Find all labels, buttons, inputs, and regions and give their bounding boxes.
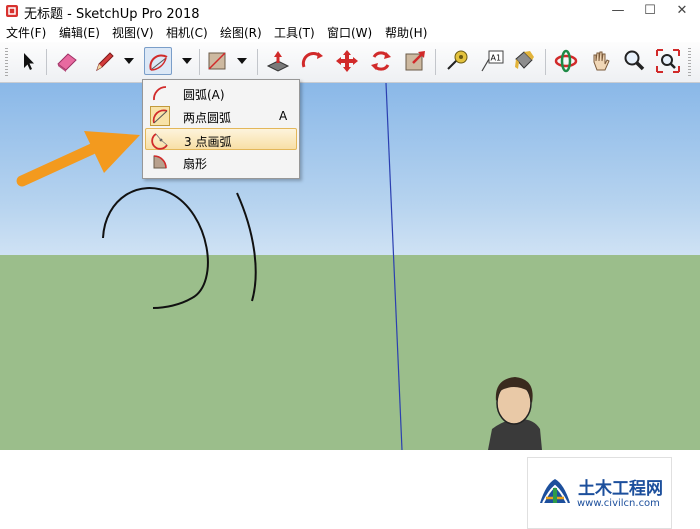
zoom-extents-icon [656,49,680,73]
tape-measure-icon [447,50,468,70]
civilcn-logo-icon [540,479,570,504]
menu-camera[interactable]: 相机(C) [166,24,208,41]
line-dropdown[interactable] [122,47,136,75]
two-point-arc-icon [152,109,168,124]
toolbar-separator [545,49,546,75]
line-button[interactable] [91,47,119,75]
watermark-name: 土木工程网 [578,479,663,499]
tape-measure-button[interactable] [443,47,471,75]
eraser-icon [57,53,77,72]
rectangle-button[interactable] [203,47,231,75]
orange-arrow-annotation [16,131,140,187]
menu-item-label: 扇形 [183,157,208,171]
text-icon: A1 [481,50,504,72]
select-arrow-icon [24,53,34,70]
sketchup-logo-icon [6,5,18,17]
offset-button[interactable] [401,47,429,75]
menu-edit[interactable]: 编辑(E) [59,24,100,41]
arc-icon [153,86,167,101]
menu-item-arc[interactable]: 圆弧(A) [145,82,297,104]
menu-help[interactable]: 帮助(H) [385,24,427,41]
pan-button[interactable] [586,47,614,75]
menu-item-label: 3 点画弧 [184,135,232,149]
drawn-arc-2[interactable] [236,192,257,302]
menu-item-label: 两点圆弧 [183,111,232,125]
arc-button[interactable] [144,47,172,75]
three-point-arc-icon [151,133,168,150]
arc-tools-menu: 圆弧(A) 两点圆弧 A 3 点画弧 扇形 [142,79,300,179]
push-pull-icon [266,51,290,72]
orbit-button[interactable] [552,47,580,75]
toolbar-separator [257,49,258,75]
watermark-url: www.civilcn.com [577,498,660,509]
zoom-button[interactable] [620,47,648,75]
move-button[interactable] [333,47,361,75]
menu-item-label: 圆弧(A) [183,88,225,102]
menu-file[interactable]: 文件(F) [6,24,46,41]
select-button[interactable] [14,47,42,75]
eraser-button[interactable] [53,47,81,75]
toolbar-grip[interactable] [688,48,691,76]
menu-bar: 文件(F) 编辑(E) 视图(V) 相机(C) 绘图(R) 工具(T) 窗口(W… [0,22,700,42]
toolbar-separator [199,49,200,75]
menu-window[interactable]: 窗口(W) [327,24,372,41]
maximize-button[interactable]: ☐ [634,0,666,22]
blue-axis-line [385,83,403,450]
text-icon-label: A1 [491,54,502,63]
push-pull-button[interactable] [264,47,292,75]
main-toolbar: A1 [0,42,700,83]
toolbar-separator [46,49,47,75]
rectangle-icon [208,52,226,70]
model-scene [16,83,542,450]
menu-draw[interactable]: 绘图(R) [220,24,262,41]
paint-bucket-button[interactable] [510,47,538,75]
arc-icon [149,54,168,71]
paint-bucket-icon [515,51,534,69]
menu-item-two-point-arc[interactable]: 两点圆弧 A [145,105,297,127]
menu-item-three-point-arc[interactable]: 3 点画弧 [145,128,297,150]
offset-icon [405,51,425,71]
dropdown-triangle-icon [237,58,247,64]
zoom-icon [624,50,645,71]
pan-hand-icon [593,51,610,71]
menu-item-pie[interactable]: 扇形 [145,151,297,173]
follow-me-icon [301,51,323,68]
rotate-icon [371,51,391,71]
follow-me-button[interactable] [298,47,326,75]
person-figure [488,377,542,450]
minimize-button[interactable]: — [602,0,634,22]
shape-dropdown[interactable] [235,47,249,75]
title-bar: 无标题 - SketchUp Pro 2018 — ☐ ✕ [0,0,700,23]
watermark-logo: 土木工程网 www.civilcn.com [527,457,672,529]
arc-dropdown[interactable] [180,47,194,75]
toolbar-separator [435,49,436,75]
drawn-arc-1[interactable] [102,187,209,309]
drawing-viewport[interactable]: 土木工程网 www.civilcn.com 圆弧(A) 两点圆弧 A 3 点画弧… [0,79,700,529]
window-title: 无标题 - SketchUp Pro 2018 [24,7,200,22]
rotate-button[interactable] [367,47,395,75]
text-button[interactable]: A1 [478,47,506,75]
move-icon [336,50,358,72]
menu-tools[interactable]: 工具(T) [274,24,315,41]
orbit-icon [554,49,578,73]
dropdown-triangle-icon [124,58,134,64]
menu-item-shortcut: A [279,109,288,123]
pencil-line-icon [96,52,114,72]
zoom-extents-button[interactable] [654,47,682,75]
menu-view[interactable]: 视图(V) [112,24,154,41]
close-button[interactable]: ✕ [666,0,698,22]
toolbar-grip[interactable] [5,48,8,76]
pie-icon [153,155,167,169]
dropdown-triangle-icon [182,58,192,64]
